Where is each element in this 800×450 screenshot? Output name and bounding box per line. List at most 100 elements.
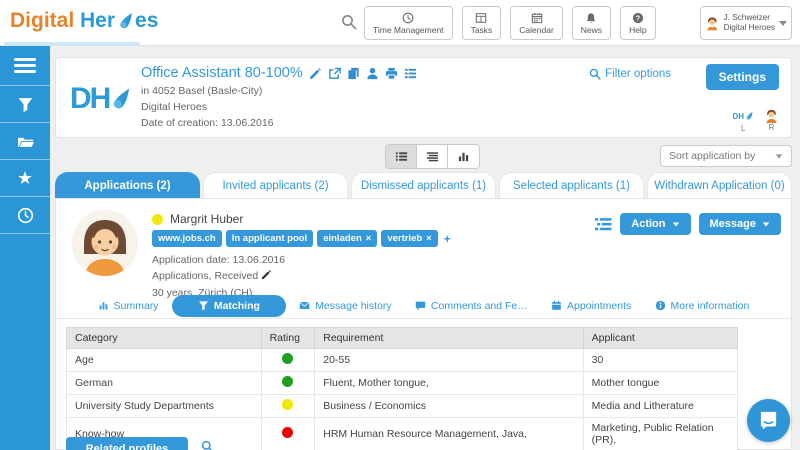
tab-withdrawn-application[interactable]: Withdrawn Application (0)	[647, 172, 792, 198]
cell-applicant: Media and Litherature	[583, 395, 737, 418]
tag-source[interactable]: www.jobs.ch	[152, 230, 222, 247]
sidebar-menu-toggle[interactable]	[0, 46, 50, 86]
filter-options-label: Filter options	[605, 68, 671, 80]
related-profiles-button[interactable]: Related profiles	[66, 437, 188, 450]
sidebar-item-filter[interactable]	[0, 86, 50, 123]
logo-word-her: Her	[80, 9, 115, 32]
application-date: Application date: 13.06.2016	[152, 252, 285, 268]
table-row: University Study Departments Business / …	[67, 395, 738, 418]
help-icon: ?	[632, 12, 644, 24]
tab-dismissed-applicants[interactable]: Dismissed applicants (1)	[351, 172, 496, 198]
cell-rating	[261, 418, 315, 450]
subtab-more-information[interactable]: More information	[645, 296, 760, 316]
details-list-icon[interactable]	[404, 67, 417, 80]
remove-tag-icon[interactable]: ×	[366, 233, 372, 244]
subtab-appointments[interactable]: Appointments	[541, 296, 641, 316]
left-sidebar: ★	[0, 46, 50, 450]
message-button[interactable]: Message	[699, 213, 781, 235]
hamburger-menu-icon	[14, 58, 36, 73]
tab-applications[interactable]: Applications (2)	[55, 172, 200, 198]
table-header-row: Category Rating Requirement Applicant	[67, 328, 738, 349]
nav-calendar-button[interactable]: Calendar	[510, 6, 563, 40]
cell-requirement: Business / Economics	[315, 395, 583, 418]
sidebar-item-favorites[interactable]: ★	[0, 160, 50, 197]
calendar-icon	[531, 12, 543, 24]
tab-invited-applicants[interactable]: Invited applicants (2)	[203, 172, 348, 198]
settings-button[interactable]: Settings	[706, 64, 779, 90]
list-view-button[interactable]	[386, 145, 417, 168]
table-row: German Fluent, Mother tongue, Mother ton…	[67, 372, 738, 395]
table-row: Age 20-55 30	[67, 349, 738, 372]
cell-requirement: HRM Human Resource Management, Java,	[315, 418, 583, 450]
user-name: J. Schweizer	[724, 13, 775, 23]
applicant-avatar[interactable]	[72, 210, 138, 276]
filter-options-link[interactable]: Filter options	[589, 68, 671, 80]
svg-text:?: ?	[636, 13, 641, 22]
bar-chart-icon	[98, 300, 109, 311]
edit-job-icon[interactable]	[309, 67, 322, 80]
applicant-panel: Margrit Huber www.jobs.ch In applicant p…	[55, 198, 792, 450]
user-avatar	[705, 11, 720, 35]
subtab-summary[interactable]: Summary	[88, 296, 169, 316]
compare-list-icon[interactable]	[595, 217, 612, 232]
rating-dot	[282, 376, 293, 387]
recruiter-left[interactable]: DH L	[732, 108, 754, 133]
nav-tasks-button[interactable]: Tasks	[462, 6, 502, 40]
remove-tag-icon[interactable]: ×	[426, 233, 432, 244]
detail-view-button[interactable]	[417, 145, 448, 168]
nav-help-button[interactable]: ? Help	[620, 6, 655, 40]
edit-icon[interactable]	[261, 269, 272, 280]
cell-applicant: Marketing, Public Relation (PR),	[583, 418, 737, 450]
cell-applicant: 30	[583, 349, 737, 372]
tag-einladen[interactable]: einladen×	[317, 230, 377, 247]
recruiter-right[interactable]: R	[764, 108, 779, 133]
print-icon[interactable]	[385, 67, 398, 80]
job-meta: in 4052 Basel (Basle-City) Digital Heroe…	[141, 84, 274, 131]
search-icon[interactable]	[201, 440, 214, 450]
cell-category: University Study Departments	[67, 395, 262, 418]
add-tag-button[interactable]: +	[444, 232, 451, 246]
sidebar-item-folders[interactable]	[0, 123, 50, 160]
chart-view-button[interactable]	[448, 145, 479, 168]
nav-time-management-button[interactable]: Time Management	[364, 6, 453, 40]
sidebar-item-history[interactable]	[0, 197, 50, 234]
action-button[interactable]: Action	[620, 213, 690, 235]
comment-icon	[415, 300, 426, 311]
search-icon[interactable]	[341, 14, 357, 30]
tab-selected-applicants[interactable]: Selected applicants (1)	[499, 172, 644, 198]
subtab-message-history[interactable]: Message history	[289, 296, 401, 316]
top-header: Digital Heres Time Management Tasks Cale…	[0, 0, 800, 46]
subtab-comments[interactable]: Comments and Fe…	[405, 296, 538, 316]
tag-applicant-pool[interactable]: In applicant pool	[226, 230, 313, 247]
view-toggle-group	[385, 144, 480, 169]
bar-chart-icon	[457, 150, 470, 163]
search-icon	[589, 68, 601, 80]
person-icon[interactable]	[366, 67, 379, 80]
recruiter-left-label: L	[741, 124, 745, 133]
chat-launcher-button[interactable]	[747, 399, 790, 442]
copy-icon[interactable]	[347, 67, 360, 80]
app-logo[interactable]: Digital Heres	[10, 9, 158, 33]
recruiter-avatar	[764, 108, 779, 123]
chevron-down-icon	[763, 222, 769, 226]
cell-requirement: 20-55	[315, 349, 583, 372]
nav-news-button[interactable]: News	[572, 6, 611, 40]
clock-icon	[402, 12, 414, 24]
detail-view-icon	[426, 150, 439, 163]
filter-funnel-icon	[17, 96, 34, 113]
tag-vertrieb[interactable]: vertrieb×	[381, 230, 437, 247]
subtab-matching[interactable]: Matching	[172, 295, 286, 317]
job-creation-date: Date of creation: 13.06.2016	[141, 116, 274, 132]
job-company: Digital Heroes	[141, 100, 274, 116]
user-menu[interactable]: J. Schweizer Digital Heroes	[700, 6, 792, 40]
application-tabs: Applications (2) Invited applicants (2) …	[55, 172, 792, 198]
job-header-card: DH Office Assistant 80-100% in 4052 Base…	[55, 57, 792, 138]
rating-dot	[282, 353, 293, 364]
export-icon[interactable]	[328, 67, 341, 80]
column-requirement: Requirement	[315, 328, 583, 349]
applicant-name[interactable]: Margrit Huber	[170, 212, 243, 226]
job-logo: DH	[70, 82, 133, 116]
nav-label: Help	[629, 25, 646, 35]
sort-application-dropdown[interactable]: Sort application by	[660, 145, 792, 167]
envelope-icon	[299, 300, 310, 311]
